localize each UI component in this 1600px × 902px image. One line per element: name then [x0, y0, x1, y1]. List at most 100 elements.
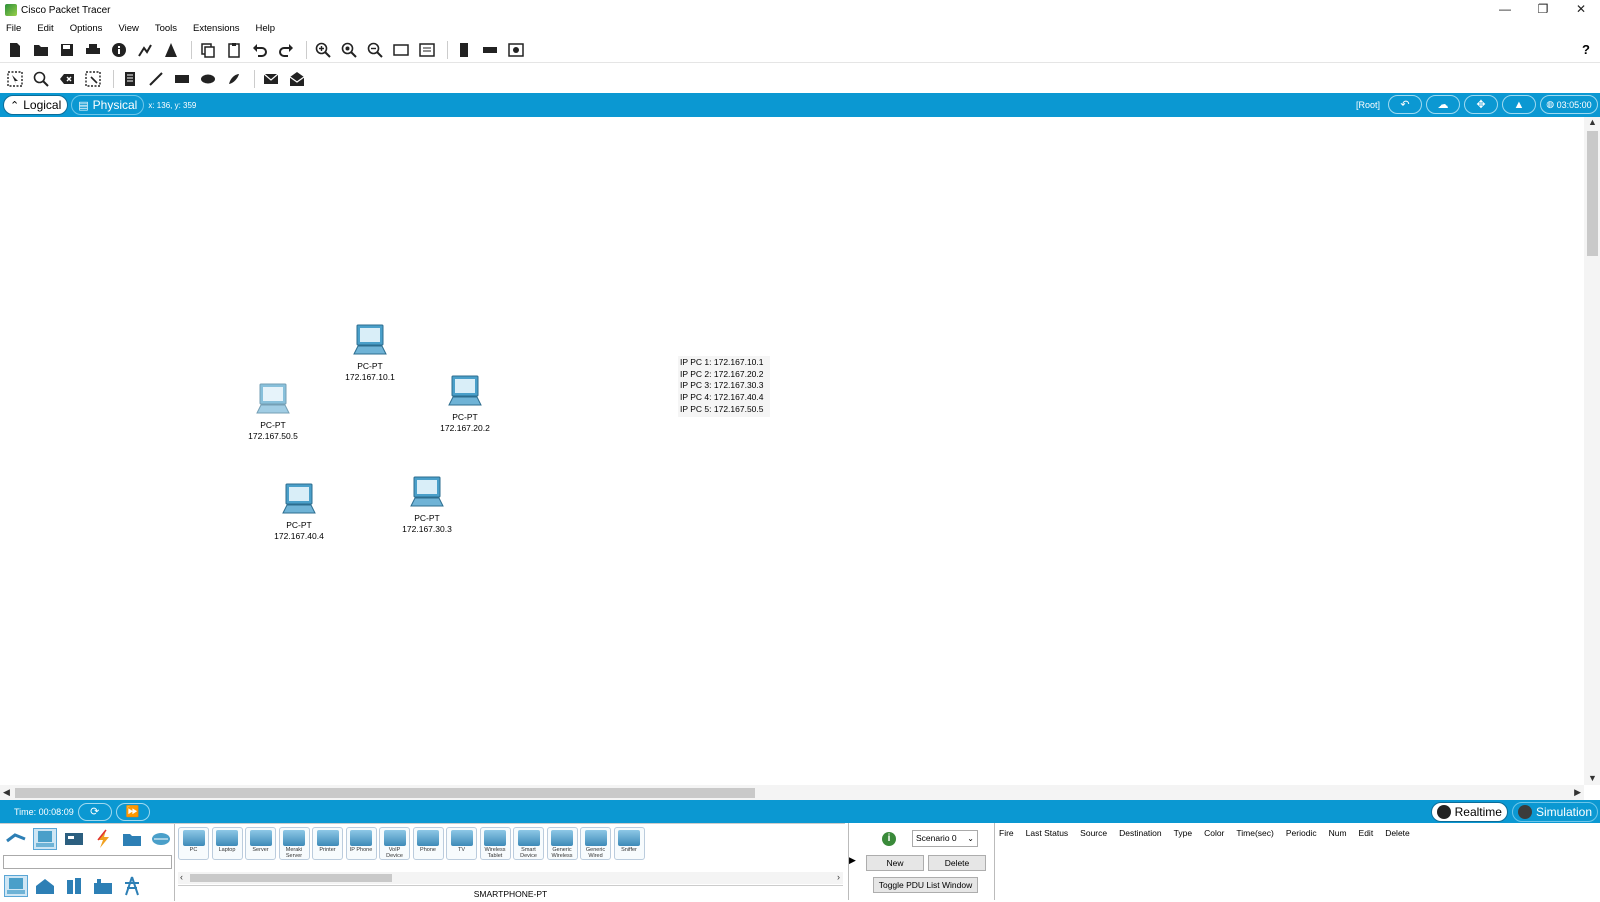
- device-list-scroll-thumb[interactable]: [190, 874, 392, 882]
- tab-logical[interactable]: ⌃ Logical: [3, 95, 69, 115]
- column-header[interactable]: Periodic: [1286, 828, 1317, 838]
- new-scenario-button[interactable]: New: [866, 855, 924, 871]
- column-header[interactable]: Source: [1080, 828, 1107, 838]
- device-tile-smart-device[interactable]: Smart Device: [513, 827, 544, 860]
- scroll-down-icon[interactable]: ▼: [1588, 773, 1597, 783]
- scroll-left-icon[interactable]: ‹: [180, 872, 183, 882]
- ellipse-tool-icon[interactable]: [197, 68, 219, 90]
- home-subcategory-icon[interactable]: [33, 875, 57, 897]
- tab-physical[interactable]: ▤ Physical: [71, 95, 145, 115]
- smart-city-subcategory-icon[interactable]: [62, 875, 86, 897]
- device-tile-printer[interactable]: Printer: [312, 827, 343, 860]
- copy-icon[interactable]: [197, 39, 219, 61]
- device-tile-wireless-tablet[interactable]: Wireless Tablet: [479, 827, 511, 860]
- menu-help[interactable]: Help: [254, 23, 278, 34]
- scroll-right-icon[interactable]: ▶: [1574, 787, 1581, 798]
- pc-subcategory-icon[interactable]: [4, 875, 28, 897]
- help-icon[interactable]: ?: [1582, 37, 1590, 63]
- scroll-left-icon[interactable]: ◀: [3, 787, 10, 798]
- simple-pdu-icon[interactable]: [260, 68, 282, 90]
- power-grid-subcategory-icon[interactable]: [120, 875, 144, 897]
- multiuser-category-icon[interactable]: [149, 828, 173, 850]
- pc-device-4[interactable]: PC-PT 172.167.40.4: [259, 483, 339, 542]
- fast-forward-button[interactable]: ⏩: [115, 802, 150, 821]
- scroll-up-icon[interactable]: ▲: [1588, 117, 1597, 127]
- column-header[interactable]: Delete: [1385, 828, 1410, 838]
- device-tile-meraki-server[interactable]: Meraki Server: [278, 827, 310, 860]
- simulation-mode-button[interactable]: Simulation: [1511, 802, 1598, 822]
- device-tile-voip-device[interactable]: VoIP Device: [379, 827, 410, 860]
- device-tile-server[interactable]: Server: [245, 827, 276, 860]
- toggle-pdu-list-button[interactable]: Toggle PDU List Window: [873, 877, 978, 893]
- canvas-vertical-scrollbar[interactable]: ▲ ▼: [1584, 117, 1600, 785]
- ip-note[interactable]: IP PC 1: 172.167.10.1 IP PC 2: 172.167.2…: [678, 356, 770, 417]
- pc-device-3[interactable]: PC-PT 172.167.30.3: [387, 476, 467, 535]
- column-header[interactable]: Num: [1329, 828, 1347, 838]
- set-background-button[interactable]: ▲: [1502, 95, 1536, 114]
- print-icon[interactable]: [82, 39, 104, 61]
- column-header[interactable]: Last Status: [1026, 828, 1069, 838]
- new-file-icon[interactable]: [4, 39, 26, 61]
- info-icon[interactable]: [108, 39, 130, 61]
- device-tile-ip-phone[interactable]: IP Phone: [345, 827, 377, 860]
- miscellaneous-category-icon[interactable]: [120, 828, 144, 850]
- freeform-tool-icon[interactable]: [223, 68, 245, 90]
- menu-file[interactable]: File: [4, 23, 23, 34]
- back-button[interactable]: ↶: [1388, 95, 1422, 114]
- column-header[interactable]: Destination: [1119, 828, 1162, 838]
- expand-arrow-icon[interactable]: ▶: [849, 855, 856, 866]
- viewport-icon[interactable]: [453, 39, 475, 61]
- column-header[interactable]: Color: [1204, 828, 1224, 838]
- zoom-in-icon[interactable]: [312, 39, 334, 61]
- redo-icon[interactable]: [275, 39, 297, 61]
- vertical-scroll-thumb[interactable]: [1587, 131, 1598, 256]
- close-button[interactable]: ✕: [1562, 0, 1600, 18]
- paste-icon[interactable]: [223, 39, 245, 61]
- menu-tools[interactable]: Tools: [153, 23, 179, 34]
- device-template-icon[interactable]: [479, 39, 501, 61]
- pc-device-1[interactable]: PC-PT 172.167.10.1: [330, 324, 410, 383]
- select-tool-icon[interactable]: [4, 68, 26, 90]
- menu-view[interactable]: View: [116, 23, 140, 34]
- scenario-select[interactable]: Scenario 0 ⌄: [912, 830, 978, 847]
- device-tile-laptop[interactable]: Laptop: [211, 827, 243, 860]
- connections-category-icon[interactable]: [91, 828, 115, 850]
- note-tool-icon[interactable]: [119, 68, 141, 90]
- device-tile-pc[interactable]: PC: [178, 827, 209, 860]
- device-category-search[interactable]: [3, 855, 172, 869]
- scroll-right-icon[interactable]: ›: [837, 872, 840, 882]
- column-header[interactable]: Type: [1174, 828, 1192, 838]
- pc-device-2[interactable]: PC-PT 172.167.20.2: [425, 375, 505, 434]
- device-tile-tv[interactable]: TV: [446, 827, 477, 860]
- menu-options[interactable]: Options: [68, 23, 105, 34]
- drawing-palette-icon[interactable]: [390, 39, 412, 61]
- menu-extensions[interactable]: Extensions: [191, 23, 241, 34]
- screenshot-icon[interactable]: [505, 39, 527, 61]
- end-devices-category-icon[interactable]: [33, 828, 57, 850]
- device-list-scrollbar[interactable]: ‹ ›: [178, 872, 843, 884]
- undo-icon[interactable]: [249, 39, 271, 61]
- column-header[interactable]: Edit: [1359, 828, 1374, 838]
- restore-button[interactable]: ❐: [1524, 0, 1562, 18]
- minimize-button[interactable]: —: [1486, 0, 1524, 18]
- column-header[interactable]: Time(sec): [1236, 828, 1273, 838]
- network-wizard-icon[interactable]: [134, 39, 156, 61]
- delete-tool-icon[interactable]: [56, 68, 78, 90]
- viewport-clock[interactable]: ◍ 03:05:00: [1540, 95, 1598, 114]
- horizontal-scroll-thumb[interactable]: [15, 788, 755, 798]
- realtime-mode-button[interactable]: Realtime: [1430, 802, 1508, 822]
- canvas-horizontal-scrollbar[interactable]: ◀ ▶: [0, 785, 1584, 800]
- menu-edit[interactable]: Edit: [35, 23, 55, 34]
- rectangle-tool-icon[interactable]: [171, 68, 193, 90]
- new-cluster-button[interactable]: ☁: [1426, 95, 1460, 114]
- delete-scenario-button[interactable]: Delete: [928, 855, 986, 871]
- complex-pdu-icon[interactable]: [286, 68, 308, 90]
- column-header[interactable]: Fire: [999, 828, 1014, 838]
- industrial-subcategory-icon[interactable]: [91, 875, 115, 897]
- activity-wizard-icon[interactable]: [160, 39, 182, 61]
- logical-workspace-canvas[interactable]: PC-PT 172.167.10.1 PC-PT 172.167.20.2 PC…: [0, 117, 1584, 785]
- components-category-icon[interactable]: [62, 828, 86, 850]
- resize-tool-icon[interactable]: [82, 68, 104, 90]
- scenario-info-icon[interactable]: i: [882, 832, 896, 846]
- device-tile-phone[interactable]: Phone: [412, 827, 444, 860]
